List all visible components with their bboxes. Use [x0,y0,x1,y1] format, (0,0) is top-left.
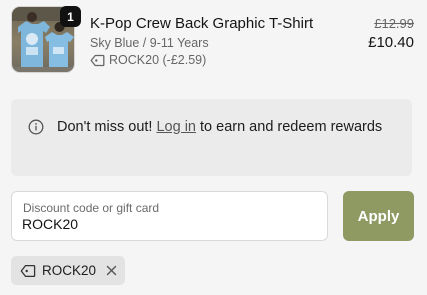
product-name: K-Pop Crew Back Graphic T-Shirt [90,15,314,32]
line-discount: ROCK20 (-£2.59) [90,53,206,67]
product-variant: Sky Blue / 9-11 Years [90,36,209,50]
cart-line-item: 1 K-Pop Crew Back Graphic T-Shirt Sky Bl… [11,6,416,78]
discount-code-label: Discount code or gift card [23,201,160,215]
info-icon [28,119,44,135]
remove-discount-button[interactable] [106,265,117,276]
notice-text-before: Don't miss out! [57,119,157,135]
quantity-badge: 1 [60,6,81,27]
tag-icon [20,264,36,277]
apply-discount-button[interactable]: Apply [343,191,414,241]
applied-discount-chip: ROCK20 [11,256,126,285]
close-icon[interactable] [106,265,117,276]
tag-icon [90,54,105,66]
applied-discount-code: ROCK20 [42,263,97,278]
notice-text: Don't miss out! Log in to earn and redee… [57,117,397,138]
login-link[interactable]: Log in [156,119,196,135]
discount-code-input[interactable] [22,216,312,232]
line-price: £10.40 [368,34,414,51]
notice-text-after: to earn and redeem rewards [195,119,383,135]
login-rewards-notice: Don't miss out! Log in to earn and redee… [11,99,412,176]
line-discount-label: ROCK20 (-£2.59) [109,53,207,67]
discount-code-field[interactable]: Discount code or gift card [11,191,328,241]
compare-at-price: £12.99 [374,16,414,31]
